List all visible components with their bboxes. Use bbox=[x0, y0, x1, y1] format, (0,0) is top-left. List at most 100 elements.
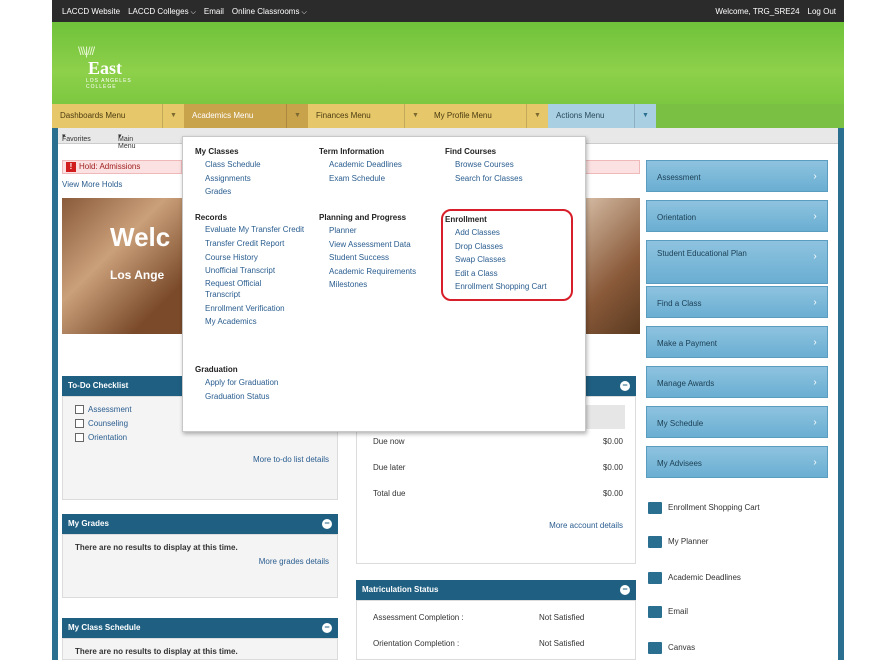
menu-item-assignments[interactable]: Assignments bbox=[195, 172, 261, 186]
row-value: $0.00 bbox=[602, 437, 623, 446]
logout-link[interactable]: Log Out bbox=[808, 7, 836, 16]
menu-item-my-academics[interactable]: My Academics bbox=[195, 315, 315, 329]
main-menu-link[interactable]: Main Menu ▾ bbox=[118, 132, 136, 150]
chevron-right-icon: › bbox=[813, 297, 817, 308]
laccd-colleges-menu[interactable]: LACCD Colleges ⌵ bbox=[128, 7, 196, 17]
account-row-due-now: Due now $0.00 bbox=[373, 437, 623, 446]
todo-item-assessment[interactable]: Assessment bbox=[75, 405, 132, 415]
header-banner: \\\|/// East LOS ANGELES COLLEGE bbox=[52, 22, 844, 104]
menu-item-planner[interactable]: Planner bbox=[319, 224, 416, 238]
collapse-icon[interactable]: − bbox=[620, 381, 630, 391]
collapse-icon[interactable]: − bbox=[322, 519, 332, 529]
chevron-down-icon: ⌵ bbox=[190, 9, 196, 16]
more-todo-link[interactable]: More to-do list details bbox=[253, 455, 329, 464]
sidebar-label: Find a Class bbox=[657, 299, 702, 308]
quick-link-academic-deadlines[interactable]: Academic Deadlines bbox=[648, 572, 741, 584]
chevron-down-icon[interactable]: ▼ bbox=[634, 104, 656, 128]
quick-link-email[interactable]: Email bbox=[648, 606, 688, 618]
menu-item-class-schedule[interactable]: Class Schedule bbox=[195, 158, 261, 172]
profile-menu[interactable]: My Profile Menu ▼ bbox=[426, 104, 548, 128]
menu-item-enrollment-verification[interactable]: Enrollment Verification bbox=[195, 302, 315, 316]
favorites-menu[interactable]: Favorites ▾ bbox=[62, 132, 91, 143]
menu-item-transfer-credit-report[interactable]: Transfer Credit Report bbox=[195, 237, 315, 251]
menu-item-apply-for-graduation[interactable]: Apply for Graduation bbox=[195, 376, 278, 390]
collapse-icon[interactable]: − bbox=[322, 623, 332, 633]
todo-item-counseling[interactable]: Counseling bbox=[75, 419, 128, 429]
todo-label: Assessment bbox=[88, 405, 132, 414]
chevron-right-icon: › bbox=[813, 457, 817, 468]
main-menu-label: Main Menu bbox=[118, 136, 136, 150]
matriculation-panel-header[interactable]: Matriculation Status − bbox=[356, 580, 636, 600]
menu-item-student-success[interactable]: Student Success bbox=[319, 251, 416, 265]
favorites-label: Favorites bbox=[62, 136, 91, 143]
menu-item-grades[interactable]: Grades bbox=[195, 185, 261, 199]
chevron-down-icon[interactable]: ▼ bbox=[162, 104, 184, 128]
menu-item-exam-schedule[interactable]: Exam Schedule bbox=[319, 172, 402, 186]
quick-link-canvas[interactable]: Canvas bbox=[648, 642, 695, 654]
menu-item-academic-deadlines[interactable]: Academic Deadlines bbox=[319, 158, 402, 172]
sidebar-manage-awards-button[interactable]: Manage Awards › bbox=[646, 366, 828, 398]
sunburst-icon: \\\|/// bbox=[78, 44, 95, 58]
todo-item-orientation[interactable]: Orientation bbox=[75, 433, 128, 443]
view-more-holds-link[interactable]: View More Holds bbox=[62, 180, 122, 189]
menu-item-unofficial-transcript[interactable]: Unofficial Transcript bbox=[195, 264, 315, 278]
hold-alert[interactable]: ! Hold: Admissions bbox=[62, 160, 182, 174]
menu-item-search-for-classes[interactable]: Search for Classes bbox=[445, 172, 523, 186]
sidebar-my-schedule-button[interactable]: My Schedule › bbox=[646, 406, 828, 438]
grades-panel-header[interactable]: My Grades − bbox=[62, 514, 338, 534]
menu-label: Academics Menu bbox=[192, 111, 254, 120]
chevron-right-icon: › bbox=[813, 251, 817, 262]
row-label: Due now bbox=[373, 437, 405, 446]
quick-link-label: Enrollment Shopping Cart bbox=[668, 503, 760, 513]
college-logo[interactable]: \\\|/// East LOS ANGELES COLLEGE bbox=[72, 44, 132, 90]
checkbox[interactable] bbox=[75, 405, 84, 415]
menu-label: Actions Menu bbox=[556, 111, 605, 120]
chevron-down-icon[interactable]: ▼ bbox=[286, 104, 308, 128]
online-classrooms-menu[interactable]: Online Classrooms ⌵ bbox=[232, 7, 307, 17]
menu-item-browse-courses[interactable]: Browse Courses bbox=[445, 158, 523, 172]
calendar-icon bbox=[648, 572, 662, 584]
menu-item-view-assessment-data[interactable]: View Assessment Data bbox=[319, 238, 416, 252]
menu-item-milestones[interactable]: Milestones bbox=[319, 278, 416, 292]
quick-link-label: My Planner bbox=[668, 537, 709, 547]
panel-title: My Grades bbox=[68, 519, 109, 528]
more-account-link[interactable]: More account details bbox=[549, 521, 623, 530]
more-grades-link[interactable]: More grades details bbox=[259, 557, 329, 566]
checkbox[interactable] bbox=[75, 433, 84, 443]
records-section: Records Evaluate My Transfer Credit Tran… bbox=[195, 213, 315, 329]
sidebar-find-a-class-button[interactable]: Find a Class › bbox=[646, 286, 828, 318]
chevron-down-icon[interactable]: ▼ bbox=[404, 104, 426, 128]
sidebar-my-advisees-button[interactable]: My Advisees › bbox=[646, 446, 828, 478]
laccd-website-link[interactable]: LACCD Website bbox=[62, 7, 120, 17]
term-information-section: Term Information Academic Deadlines Exam… bbox=[319, 147, 402, 185]
menu-item-evaluate-transfer-credit[interactable]: Evaluate My Transfer Credit bbox=[195, 224, 305, 237]
sidebar-make-a-payment-button[interactable]: Make a Payment › bbox=[646, 326, 828, 358]
checkbox[interactable] bbox=[75, 419, 84, 429]
actions-menu[interactable]: Actions Menu ▼ bbox=[548, 104, 656, 128]
grades-empty-message: There are no results to display at this … bbox=[75, 543, 238, 552]
menu-item-course-history[interactable]: Course History bbox=[195, 251, 315, 265]
menu-item-academic-requirements[interactable]: Academic Requirements bbox=[319, 265, 416, 279]
sidebar-assessment-button[interactable]: Assessment › bbox=[646, 160, 828, 192]
menu-label: Dashboards Menu bbox=[60, 111, 126, 120]
section-heading: My Classes bbox=[195, 147, 239, 156]
todo-label: Orientation bbox=[88, 433, 128, 442]
collapse-icon[interactable]: − bbox=[620, 585, 630, 595]
hold-label: Hold: bbox=[79, 162, 98, 171]
sidebar-student-educational-plan-button[interactable]: Student Educational Plan › bbox=[646, 240, 828, 284]
menu-item-graduation-status[interactable]: Graduation Status bbox=[195, 390, 278, 404]
sidebar-label: Assessment bbox=[657, 173, 701, 182]
quick-link-planner[interactable]: My Planner bbox=[648, 536, 708, 548]
finances-menu[interactable]: Finances Menu ▼ bbox=[308, 104, 426, 128]
email-link[interactable]: Email bbox=[204, 7, 224, 17]
graduation-section: Graduation Apply for Graduation Graduati… bbox=[195, 365, 278, 403]
dashboards-menu[interactable]: Dashboards Menu ▼ bbox=[52, 104, 184, 128]
class-schedule-panel-header[interactable]: My Class Schedule − bbox=[62, 618, 338, 638]
menu-item-request-official-transcript[interactable]: Request Official Transcript bbox=[195, 278, 285, 302]
row-label: Assessment Completion : bbox=[373, 613, 464, 622]
main-menu-bar: Dashboards Menu ▼ Academics Menu ▼ Finance… bbox=[52, 104, 844, 128]
quick-link-shopping-cart[interactable]: Enrollment Shopping Cart bbox=[648, 502, 760, 514]
sidebar-orientation-button[interactable]: Orientation › bbox=[646, 200, 828, 232]
chevron-down-icon[interactable]: ▼ bbox=[526, 104, 548, 128]
academics-menu[interactable]: Academics Menu ▼ bbox=[184, 104, 308, 128]
